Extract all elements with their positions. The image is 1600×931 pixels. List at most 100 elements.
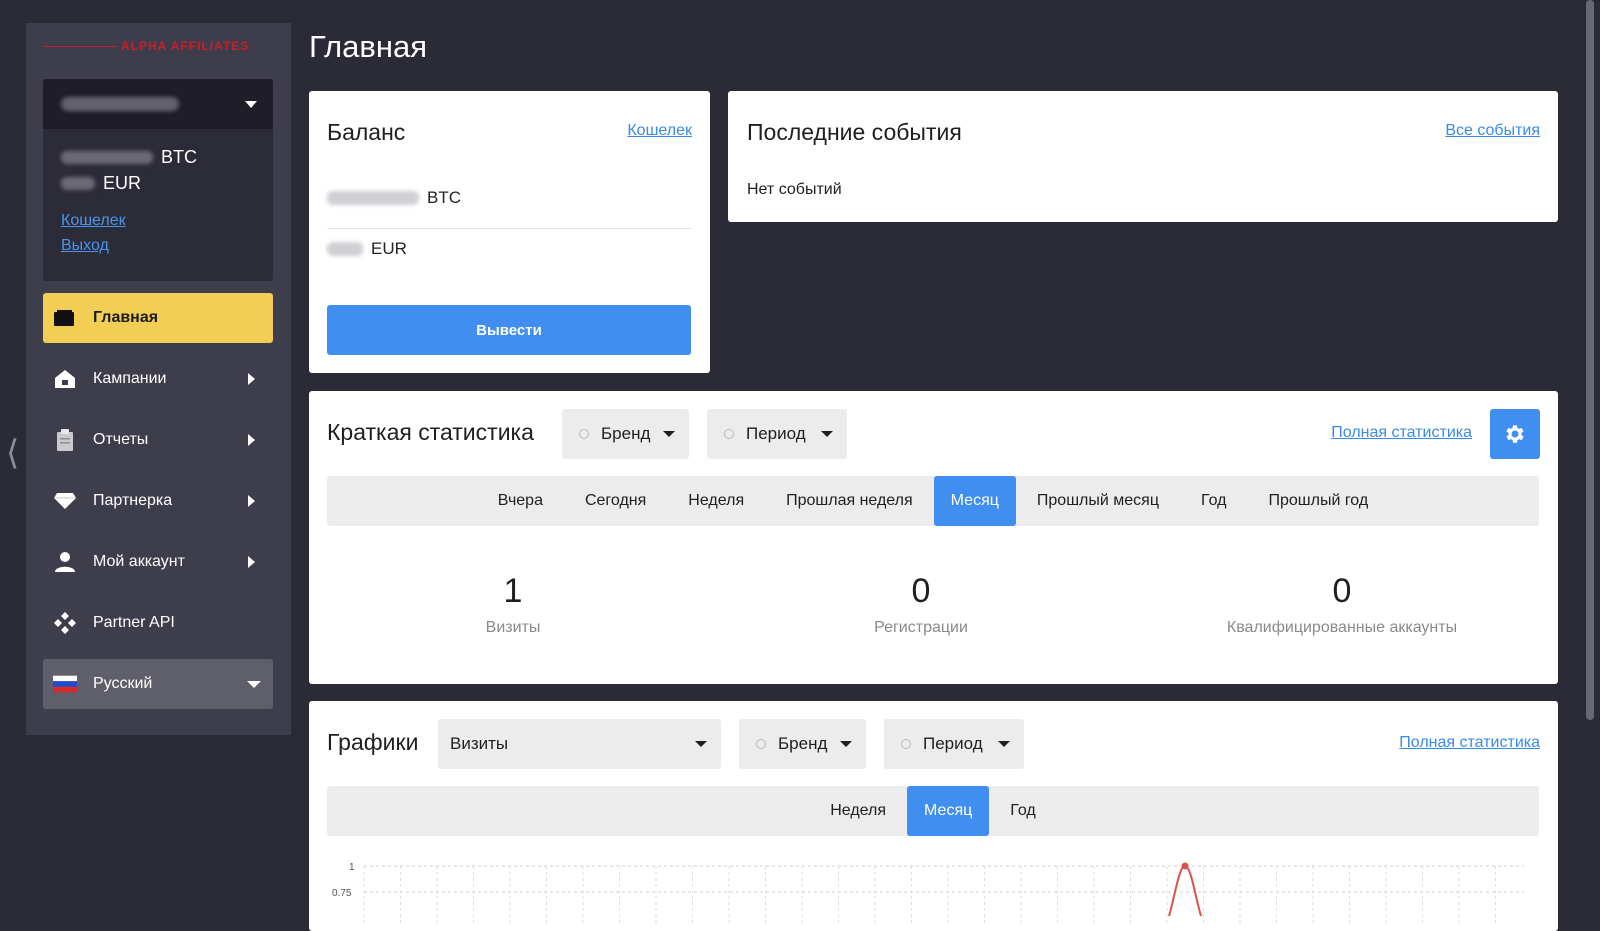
logo-text: ALPHA AFFILIATES: [121, 39, 250, 53]
logo[interactable]: ALPHA AFFILIATES: [43, 37, 273, 55]
settings-button[interactable]: [1490, 409, 1540, 459]
scrollbar[interactable]: [1586, 0, 1594, 720]
user-icon: [53, 550, 77, 574]
tab-last-month[interactable]: Прошлый месяц: [1016, 476, 1180, 526]
currency-label: EUR: [103, 173, 142, 193]
russia-flag-icon: [53, 672, 77, 696]
vertical-grid: [363, 866, 1496, 926]
balance-row-btc: BTC: [327, 188, 692, 208]
account-selector[interactable]: [43, 79, 273, 129]
stat-visits: 1 Визиты: [413, 572, 613, 637]
currency-label: BTC: [161, 147, 197, 167]
tab-year[interactable]: Год: [1180, 476, 1247, 526]
wallet-link[interactable]: Кошелек: [627, 122, 692, 140]
wallet-link[interactable]: Кошелек: [61, 212, 126, 230]
tab-last-year[interactable]: Прошлый год: [1247, 476, 1389, 526]
y-tick-label: 1: [349, 862, 355, 873]
api-icon: [53, 611, 77, 635]
withdraw-button[interactable]: Вывести: [327, 305, 691, 355]
chevron-down-icon: [245, 101, 257, 108]
account-email-redacted: [61, 97, 179, 111]
sidebar-item-partnership[interactable]: Партнерка: [43, 476, 273, 526]
sidebar-item-label: Мой аккаунт: [93, 553, 185, 570]
logo-line: [43, 46, 118, 47]
chevron-down-icon: [663, 431, 675, 437]
period-tabs: Вчера Сегодня Неделя Прошлая неделя Меся…: [327, 476, 1539, 526]
currency-label: BTC: [427, 188, 461, 207]
visits-chart: 1 0.75: [309, 856, 1557, 926]
stat-label: Регистрации: [874, 619, 968, 636]
recent-events-card: Последние события Все события Нет событи…: [728, 91, 1558, 222]
y-tick-label: 0.75: [332, 888, 352, 899]
period-select[interactable]: Период: [884, 719, 1024, 769]
stat-value: 0: [911, 572, 931, 610]
data-point: [1181, 862, 1189, 870]
sidebar-collapse-handle[interactable]: ⟨: [6, 433, 20, 473]
metric-select-value: Визиты: [450, 734, 509, 753]
sidebar-item-reports[interactable]: Отчеты: [43, 415, 273, 465]
tab-month[interactable]: Месяц: [907, 786, 990, 836]
page-title: Главная: [309, 29, 427, 64]
chevron-down-icon: [840, 741, 852, 747]
tab-last-week[interactable]: Прошлая неделя: [765, 476, 934, 526]
brand-select-value: Бренд: [601, 424, 651, 443]
metric-select[interactable]: Визиты: [438, 719, 721, 769]
tab-month[interactable]: Месяц: [933, 476, 1016, 526]
period-select[interactable]: Период: [707, 409, 847, 459]
sidebar-item-home[interactable]: Главная: [43, 293, 273, 343]
account-balance-eur: EUR: [61, 173, 141, 194]
all-events-link[interactable]: Все события: [1445, 122, 1540, 140]
period-select-value: Период: [746, 424, 806, 443]
charts-title: Графики: [327, 729, 419, 755]
stat-label: Квалифицированные аккаунты: [1226, 619, 1458, 636]
gear-icon: [1506, 425, 1524, 443]
sidebar-item-label: Partner API: [93, 614, 175, 631]
balance-redacted: [327, 242, 363, 256]
tab-week[interactable]: Неделя: [809, 786, 907, 836]
period-select-value: Период: [923, 734, 983, 753]
balance-redacted: [61, 151, 153, 164]
full-stats-link[interactable]: Полная статистика: [1399, 734, 1540, 752]
radio-circle-icon: [724, 429, 734, 439]
stat-value: 1: [503, 572, 523, 610]
home-icon: [53, 367, 77, 391]
brand-select-value: Бренд: [778, 734, 828, 753]
sidebar-item-label: Отчеты: [93, 431, 149, 448]
brand-select[interactable]: Бренд: [562, 409, 689, 459]
sidebar: ALPHA AFFILIATES BTC EUR Кошелек Выход Г…: [26, 23, 291, 735]
balance-card: Баланс Кошелек BTC EUR Вывести: [309, 91, 710, 373]
tab-week[interactable]: Неделя: [667, 476, 765, 526]
stat-qualified-accounts: 0 Квалифицированные аккаунты: [1192, 572, 1492, 637]
clipboard-icon: [53, 428, 77, 452]
sidebar-item-partner-api[interactable]: Partner API: [43, 598, 273, 648]
recent-events-title: Последние события: [747, 119, 962, 145]
tab-year[interactable]: Год: [989, 786, 1056, 836]
language-label: Русский: [93, 675, 153, 692]
radio-circle-icon: [901, 739, 911, 749]
brand-select[interactable]: Бренд: [739, 719, 866, 769]
radio-circle-icon: [579, 429, 589, 439]
full-stats-link[interactable]: Полная статистика: [1331, 424, 1472, 442]
chart-svg: 1 0.75: [332, 862, 1524, 926]
language-selector[interactable]: Русский: [43, 659, 273, 709]
chevron-down-icon: [998, 741, 1010, 747]
tab-yesterday[interactable]: Вчера: [477, 476, 564, 526]
balance-redacted: [327, 191, 419, 205]
sidebar-item-my-account[interactable]: Мой аккаунт: [43, 537, 273, 587]
stat-value: 0: [1332, 572, 1352, 610]
account-panel: BTC EUR Кошелек Выход: [43, 79, 273, 281]
sidebar-item-label: Партнерка: [93, 492, 173, 509]
chevron-right-icon: [248, 373, 255, 385]
wallet-icon: [53, 306, 77, 330]
tab-today[interactable]: Сегодня: [564, 476, 667, 526]
balance-row-eur: EUR: [327, 239, 692, 259]
radio-circle-icon: [756, 739, 766, 749]
no-events-text: Нет событий: [747, 181, 842, 198]
quick-stats-card: Краткая статистика Бренд Период Полная с…: [309, 391, 1558, 684]
logout-link[interactable]: Выход: [61, 237, 109, 255]
stat-registrations: 0 Регистрации: [821, 572, 1021, 637]
balance-redacted: [61, 177, 95, 190]
chevron-down-icon: [247, 681, 261, 688]
sidebar-item-campaigns[interactable]: Кампании: [43, 354, 273, 404]
divider: [327, 228, 692, 229]
